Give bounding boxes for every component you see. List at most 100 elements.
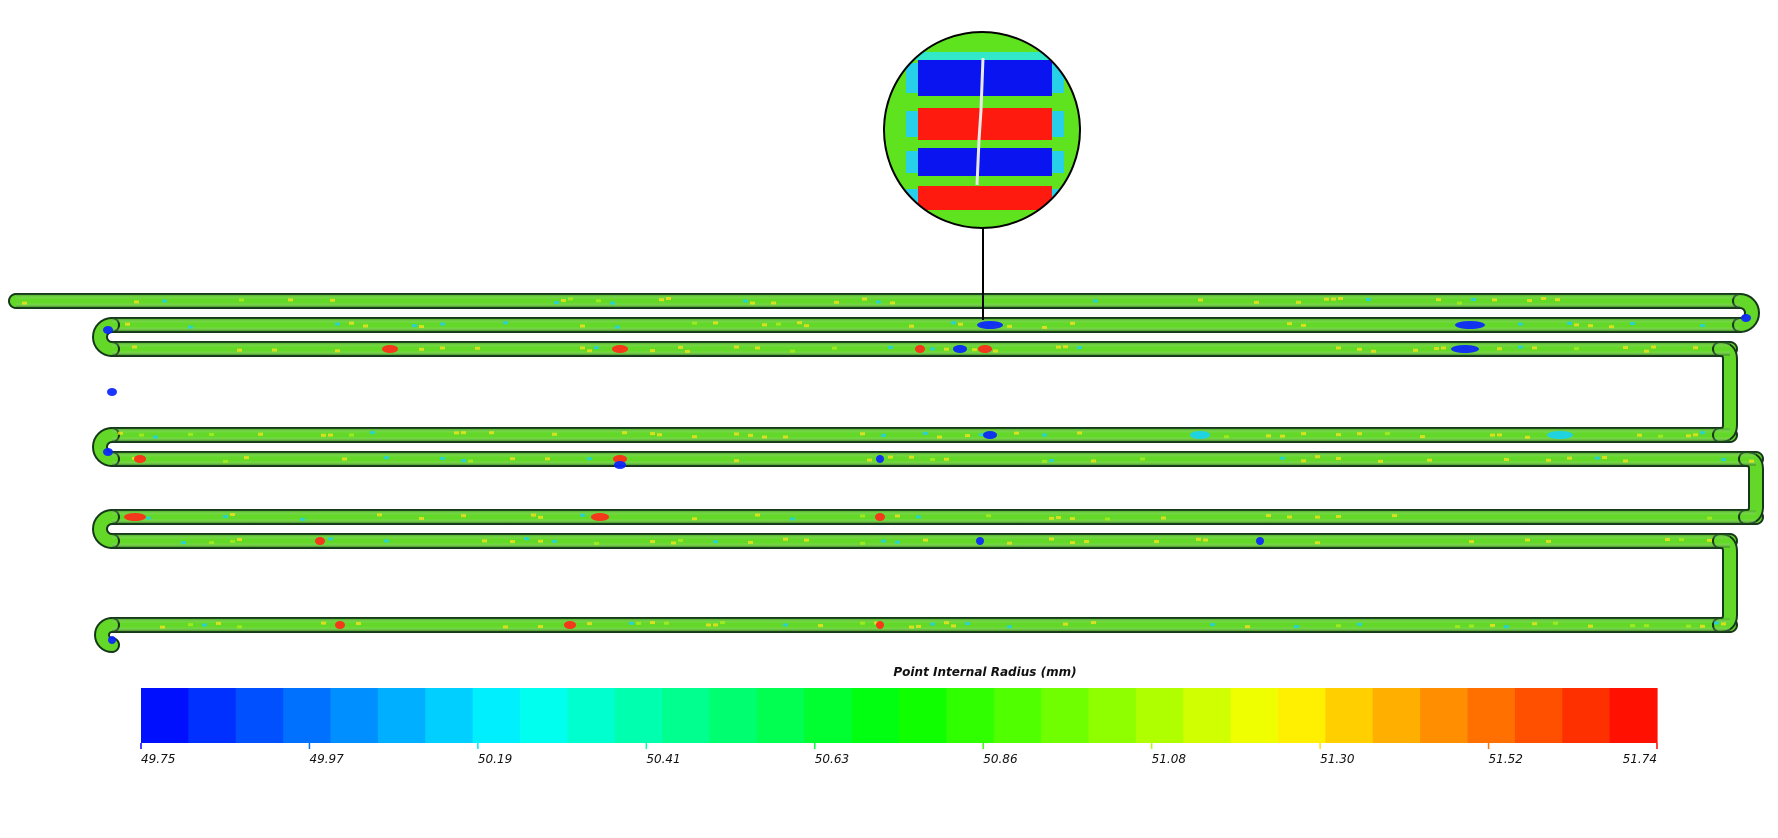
texture-speck xyxy=(664,621,669,625)
pipe-shading xyxy=(112,510,1756,524)
colorbar-band xyxy=(520,688,568,743)
texture-speck xyxy=(1336,456,1341,460)
texture-speck xyxy=(1749,459,1754,463)
texture-speck xyxy=(860,432,865,436)
texture-speck xyxy=(580,324,585,328)
pipe-coil-visualization: Point Internal Radius (mm) 49.75 49.97 50.… xyxy=(8,31,1764,766)
texture-speck xyxy=(944,457,949,461)
texture-speck xyxy=(552,432,557,436)
texture-speck xyxy=(188,325,193,329)
colorbar-band xyxy=(993,688,1042,743)
colorbar-band xyxy=(567,688,616,743)
texture-speck xyxy=(860,514,865,518)
legend-title: Point Internal Radius (mm) xyxy=(893,665,1076,679)
texture-speck xyxy=(1070,517,1075,521)
texture-speck xyxy=(944,347,949,351)
texture-speck xyxy=(1196,537,1201,541)
texture-speck xyxy=(1546,458,1551,462)
deviation-blob xyxy=(315,537,325,545)
texture-speck xyxy=(1644,349,1649,353)
texture-speck xyxy=(743,299,748,303)
texture-speck xyxy=(1287,515,1292,519)
colorbar-tick-label: 50.86 xyxy=(983,752,1018,766)
texture-speck xyxy=(1042,325,1047,329)
texture-speck xyxy=(1518,345,1523,349)
texture-speck xyxy=(237,625,242,629)
texture-speck xyxy=(666,297,671,301)
texture-speck xyxy=(209,541,214,545)
texture-speck xyxy=(965,622,970,626)
texture-speck xyxy=(1492,298,1497,302)
texture-speck xyxy=(958,322,963,326)
texture-speck xyxy=(748,433,753,437)
colorbar-band xyxy=(1372,688,1421,743)
texture-speck xyxy=(1357,432,1362,436)
texture-speck xyxy=(1637,433,1642,437)
texture-speck xyxy=(1140,457,1145,461)
texture-speck xyxy=(1301,459,1306,463)
texture-speck xyxy=(230,513,235,517)
texture-speck xyxy=(804,324,809,328)
texture-speck xyxy=(132,345,137,349)
texture-speck xyxy=(890,301,895,305)
texture-speck xyxy=(986,514,991,518)
texture-speck xyxy=(692,435,697,439)
texture-speck xyxy=(1427,458,1432,462)
texture-speck xyxy=(783,435,788,439)
texture-speck xyxy=(615,325,620,329)
texture-speck xyxy=(1366,298,1371,302)
texture-speck xyxy=(1315,515,1320,519)
deviation-blob xyxy=(134,455,146,463)
texture-speck xyxy=(461,514,466,518)
texture-speck xyxy=(1555,298,1560,302)
texture-speck xyxy=(202,623,207,627)
texture-speck xyxy=(1007,625,1012,629)
texture-speck xyxy=(1602,456,1607,460)
texture-speck xyxy=(862,297,867,301)
texture-speck xyxy=(335,322,340,326)
colorbar-band xyxy=(283,688,332,743)
texture-speck xyxy=(594,346,599,350)
texture-speck xyxy=(552,539,557,543)
texture-speck xyxy=(125,322,130,326)
texture-speck xyxy=(244,456,249,460)
colorbar-band xyxy=(188,688,237,743)
deviation-blob xyxy=(564,621,576,629)
texture-speck xyxy=(503,321,508,325)
colorbar-band xyxy=(1278,688,1326,743)
texture-speck xyxy=(1693,346,1698,350)
mag-band xyxy=(884,140,1080,148)
pipe-bend xyxy=(1740,453,1762,523)
texture-speck xyxy=(330,298,335,302)
texture-speck xyxy=(272,348,277,352)
colorbar-bands xyxy=(141,688,1658,743)
colorbar-tick-label: 50.63 xyxy=(815,752,849,766)
texture-speck xyxy=(239,298,244,302)
texture-speck xyxy=(951,624,956,628)
texture-speck xyxy=(1679,538,1684,542)
deviation-blob xyxy=(124,513,146,521)
mag-band xyxy=(918,148,1052,176)
texture-speck xyxy=(706,623,711,627)
texture-speck xyxy=(1546,539,1551,543)
texture-speck xyxy=(1630,322,1635,326)
colorbar-band xyxy=(756,688,805,743)
texture-speck xyxy=(748,540,753,544)
texture-speck xyxy=(834,300,839,304)
texture-speck xyxy=(1049,537,1054,541)
texture-speck xyxy=(223,459,228,463)
texture-speck xyxy=(384,539,389,543)
deviation-blob xyxy=(382,345,398,353)
pipe-bend xyxy=(1714,343,1736,441)
texture-speck xyxy=(1532,346,1537,350)
texture-speck xyxy=(328,537,333,541)
texture-speck xyxy=(965,434,970,438)
texture-speck xyxy=(1007,541,1012,545)
texture-speck xyxy=(1315,541,1320,545)
pipe-bend xyxy=(94,511,118,547)
texture-speck xyxy=(930,457,935,461)
texture-speck xyxy=(1623,459,1628,463)
texture-speck xyxy=(771,301,776,305)
texture-speck xyxy=(1504,457,1509,461)
colorbar-tick-label: 51.08 xyxy=(1152,752,1187,766)
